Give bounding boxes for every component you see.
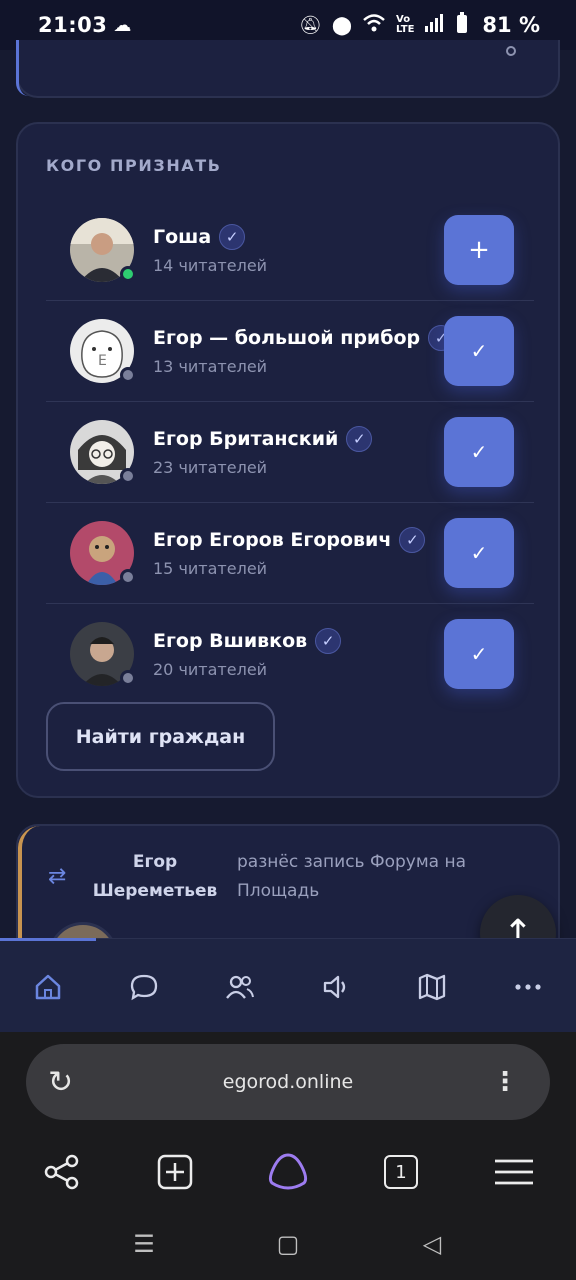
user-row[interactable]: Егор Британский ✓ 23 читателей ✓	[46, 402, 534, 503]
verified-icon: ✓	[346, 426, 373, 452]
who-to-follow-card: КОГО ПРИЗНАТЬ Гоша ✓ 14 читателей + E Ег…	[16, 122, 560, 798]
system-navigation: ☰ ▢ ◁	[0, 1218, 576, 1280]
user-row[interactable]: Егор Егоров Егорович ✓ 15 читателей ✓	[46, 503, 534, 604]
status-icons: 🔕︎ ⬤ Vo LTE 81 %	[299, 11, 540, 39]
repost-icon: ⇄	[48, 864, 67, 889]
hamburger-menu-icon[interactable]	[494, 1150, 534, 1194]
alice-assistant-icon[interactable]	[266, 1150, 310, 1194]
plus-icon: +	[468, 235, 490, 265]
verified-icon: ✓	[315, 628, 342, 654]
recent-apps-icon[interactable]: ☰	[128, 1230, 160, 1258]
user-name[interactable]: Егор — большой прибор ✓	[153, 325, 455, 351]
following-button[interactable]: ✓	[444, 316, 514, 386]
offline-indicator	[120, 367, 136, 383]
user-row[interactable]: Егор Вшивков ✓ 20 читателей ✓	[46, 604, 534, 705]
check-icon: ✓	[470, 440, 488, 464]
verified-icon: ✓	[219, 224, 246, 250]
browser-actions: 1	[0, 1140, 576, 1210]
user-name[interactable]: Гоша ✓	[153, 224, 246, 250]
address-bar[interactable]: ↻ egorod.online ⋮	[26, 1044, 550, 1120]
reload-icon[interactable]: ↻	[48, 1065, 73, 1100]
followers-count: 14 читателей	[153, 256, 268, 275]
follow-button[interactable]: +	[444, 215, 514, 285]
chat-icon[interactable]	[126, 969, 162, 1005]
check-icon: ✓	[470, 541, 488, 565]
battery-icon	[456, 11, 468, 39]
svg-text:E: E	[98, 353, 107, 369]
home-icon[interactable]	[30, 969, 66, 1005]
wifi-icon	[362, 13, 386, 38]
location-icon: ⬤	[331, 14, 353, 36]
back-icon[interactable]: ◁	[416, 1230, 448, 1258]
verified-icon: ✓	[399, 527, 426, 553]
offline-indicator	[120, 468, 136, 484]
followers-count: 23 читателей	[153, 458, 268, 477]
user-name[interactable]: Егор Британский ✓	[153, 426, 373, 452]
user-name[interactable]: Егор Вшивков ✓	[153, 628, 342, 654]
find-citizens-button[interactable]: Найти граждан	[46, 702, 275, 771]
followers-count: 20 читателей	[153, 660, 268, 679]
user-name[interactable]: Егор Егоров Егорович ✓	[153, 527, 426, 553]
repost-description: разнёс запись Форума на Площадь	[237, 852, 467, 901]
battery-percent: 81 %	[482, 13, 540, 37]
signal-icon	[424, 13, 446, 38]
check-icon: ✓	[470, 339, 488, 363]
mute-icon: 🔕︎	[299, 14, 322, 36]
clock: 21:03	[38, 13, 108, 37]
cloud-icon: ☁	[113, 14, 132, 36]
new-tab-icon[interactable]	[155, 1150, 195, 1194]
tab-count[interactable]: 1	[384, 1155, 418, 1189]
kebab-menu-icon[interactable]: ⋮	[492, 1067, 518, 1097]
following-button[interactable]: ✓	[444, 518, 514, 588]
followers-count: 13 читателей	[153, 357, 268, 376]
speaker-icon[interactable]	[318, 969, 354, 1005]
share-icon[interactable]	[42, 1150, 82, 1194]
more-dot-icon[interactable]	[506, 46, 516, 56]
offline-indicator	[120, 670, 136, 686]
browser-toolbar: ↻ egorod.online ⋮ 1	[0, 1032, 576, 1218]
offline-indicator	[120, 569, 136, 585]
map-icon[interactable]	[414, 969, 450, 1005]
bottom-navigation	[0, 938, 576, 1032]
volte-icon: Vo LTE	[396, 14, 415, 35]
previous-post-card[interactable]	[16, 40, 560, 98]
section-title: КОГО ПРИЗНАТЬ	[46, 156, 222, 175]
repost-author[interactable]: Егор Шереметьев	[84, 848, 226, 906]
scroll-progress-bar	[0, 938, 96, 941]
online-indicator	[120, 266, 136, 282]
more-icon[interactable]	[510, 969, 546, 1005]
user-row[interactable]: Гоша ✓ 14 читателей +	[46, 200, 534, 301]
following-button[interactable]: ✓	[444, 619, 514, 689]
tabs-button[interactable]: 1	[381, 1150, 421, 1194]
following-button[interactable]: ✓	[444, 417, 514, 487]
check-icon: ✓	[470, 642, 488, 666]
people-icon[interactable]	[222, 969, 258, 1005]
url-text[interactable]: egorod.online	[26, 1071, 550, 1093]
user-row[interactable]: E Егор — большой прибор ✓ 13 читателей ✓	[46, 301, 534, 402]
home-square-icon[interactable]: ▢	[272, 1230, 304, 1258]
followers-count: 15 читателей	[153, 559, 268, 578]
